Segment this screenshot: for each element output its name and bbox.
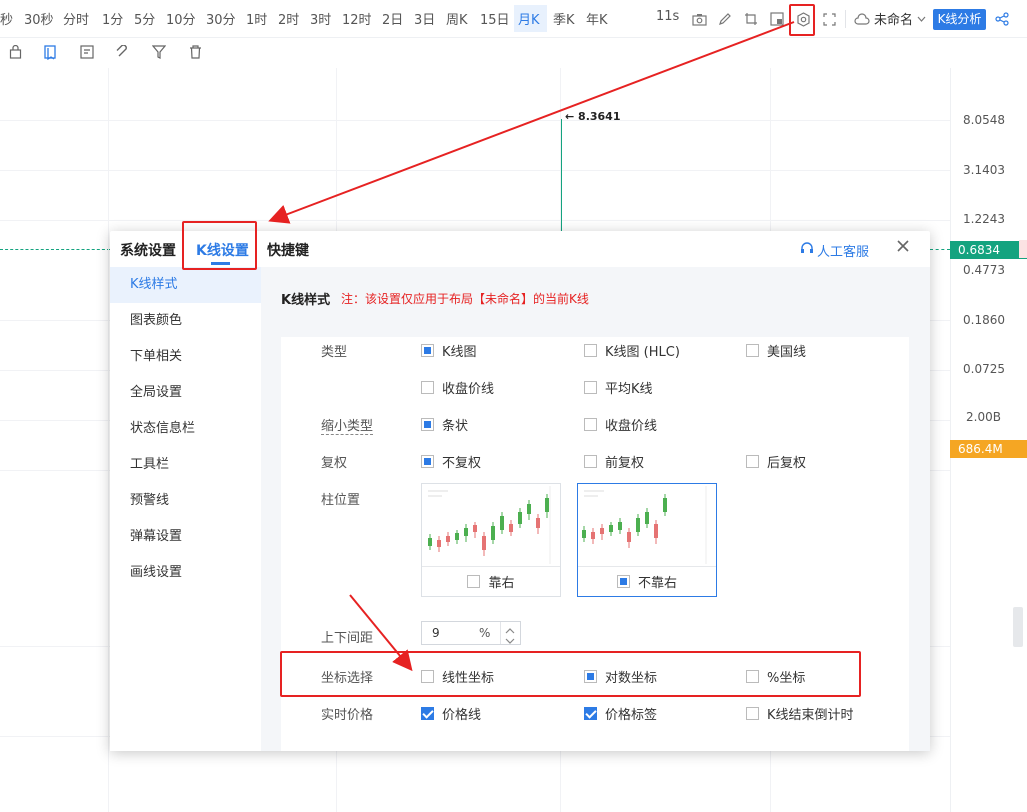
arrow-to-scale — [349, 594, 413, 672]
arrow-to-tab — [268, 21, 795, 224]
annotation-arrows — [268, 21, 795, 672]
